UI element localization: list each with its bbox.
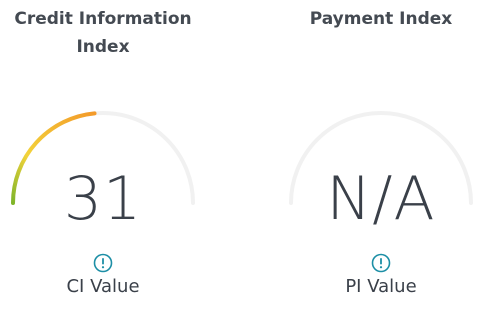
- payment-index-value: N/A: [326, 164, 436, 234]
- credit-index-panel: Credit Information Index 31 CI Value: [0, 0, 213, 317]
- info-circle-icon[interactable]: [371, 253, 391, 273]
- credit-index-title-line2: Index: [76, 37, 130, 57]
- credit-index-title: Credit Information: [14, 9, 192, 29]
- payment-index-title: Payment Index: [309, 9, 453, 29]
- info-circle-icon[interactable]: [93, 253, 113, 273]
- credit-index-label: CI Value: [66, 276, 140, 297]
- payment-index-label: PI Value: [345, 276, 417, 297]
- credit-index-value: 31: [63, 164, 143, 234]
- payment-index-panel: Payment Index N/A PI Value: [271, 0, 477, 317]
